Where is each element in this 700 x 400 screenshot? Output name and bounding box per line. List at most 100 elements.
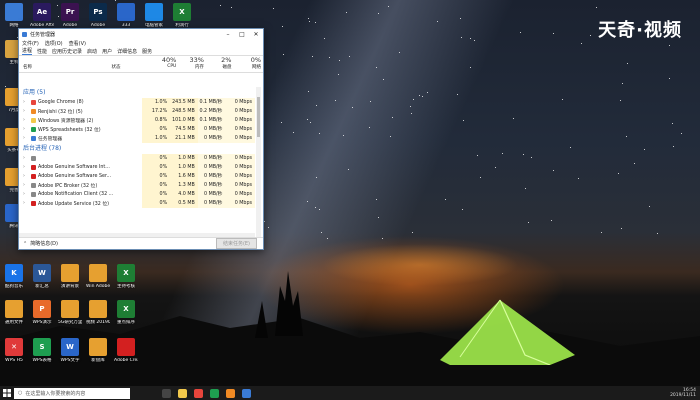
desktop-icon[interactable]: ✕ WPS H5 [2, 338, 26, 363]
task-view-icon[interactable] [162, 388, 171, 398]
system-clock[interactable]: 16:54 2019/11/11 [670, 388, 696, 398]
chevron-right-icon[interactable]: › [23, 165, 29, 170]
desktop-icon[interactable]: Ps Adobe [86, 3, 110, 28]
tab[interactable]: 用户 [102, 48, 112, 55]
desktop-icon[interactable]: 通用文件 [2, 300, 26, 325]
star [462, 208, 464, 210]
chevron-right-icon[interactable]: › [23, 192, 29, 197]
desktop-icon[interactable]: P WPS演示 [30, 300, 54, 325]
desktop-icon[interactable]: K 酷狗音乐 [2, 264, 26, 289]
tab[interactable]: 应用历史记录 [52, 48, 82, 55]
chevron-right-icon[interactable]: › [23, 136, 29, 141]
wps-sheet-icon[interactable] [210, 388, 219, 398]
chrome-icon[interactable] [194, 388, 203, 398]
process-group-header[interactable]: 应用 (5) [19, 87, 255, 98]
star [512, 118, 514, 120]
tab[interactable]: 启动 [87, 48, 97, 55]
process-row[interactable]: › 任务管理器 1.0% 21.1 MB 0 MB/秒 0 Mbps [19, 134, 255, 143]
desktop-icon[interactable]: 333 [114, 3, 138, 28]
adobe-icon [31, 192, 36, 197]
window-titlebar[interactable]: 任务管理器 – □ ✕ [19, 29, 263, 39]
taskmgr-icon[interactable] [242, 388, 251, 398]
process-name-cell: › Adobe Update Service (32 位) [19, 200, 142, 207]
app-icon[interactable] [226, 388, 235, 398]
star [473, 40, 475, 42]
chevron-right-icon[interactable]: › [23, 127, 29, 132]
end-task-button[interactable]: 结束任务(E) [215, 238, 257, 249]
taskbar-search-input[interactable]: ○ 在这里输入你要搜索的内容 [14, 387, 130, 399]
star [523, 153, 525, 155]
column-cpu[interactable]: 40% CPU [151, 56, 179, 72]
memory-value: 1.0 MB [170, 163, 198, 172]
desktop-icon[interactable]: 视频 2019091... [86, 300, 110, 325]
process-row[interactable]: › 0% 1.0 MB 0 MB/秒 0 Mbps [19, 154, 255, 163]
desktop-icon-label: 新盘库 [91, 358, 105, 363]
process-row[interactable]: › Adobe IPC Broker (32 位) 0% 1.3 MB 0 MB/秒 0 … [19, 181, 255, 190]
process-row[interactable]: › Adobe Notification Client (32 ... 0% 4.0 … [19, 190, 255, 199]
tab[interactable]: 性能 [37, 48, 47, 55]
menu-item[interactable]: 查看(V) [69, 40, 86, 47]
process-row[interactable]: › Windows 资源管理器 (2) 0.8% 101.0 MB 0.1 MB/秒 0 … [19, 116, 255, 125]
column-memory[interactable]: 33% 内存 [178, 56, 206, 72]
tab[interactable]: 详细信息 [117, 48, 137, 55]
task-manager-window[interactable]: 任务管理器 – □ ✕ 文件(F) 选项(O) 查看(V) 进程 性能 应用历史记录 启动… [18, 28, 264, 250]
chevron-right-icon[interactable]: › [23, 109, 29, 114]
menu-item[interactable]: 文件(F) [22, 40, 39, 47]
minimize-icon[interactable]: – [221, 31, 235, 38]
process-group-header[interactable]: 后台进程 (78) [19, 143, 255, 154]
column-header: 名称 状态 40% CPU 33% 内存 2% 磁盘 0% 网络 [19, 56, 263, 73]
explorer-icon[interactable] [178, 388, 187, 398]
disk-value: 0 MB/秒 [197, 172, 226, 181]
chevron-right-icon[interactable]: › [23, 100, 29, 105]
chevron-right-icon[interactable]: › [23, 174, 29, 179]
process-row[interactable]: › Renjishi (32 位) (5) 17.2% 248.5 MB 0.2 MB/… [19, 107, 255, 116]
column-status[interactable]: 状态 [111, 56, 150, 72]
column-network[interactable]: 0% 网络 [233, 56, 263, 72]
fewer-details-link[interactable]: 简略信息(D) [30, 240, 58, 247]
memory-value: 248.5 MB [170, 107, 198, 116]
desktop-icon[interactable]: W WPS文字 [58, 338, 82, 363]
desktop-icon[interactable]: 5G研究万里 万卷影... [58, 300, 82, 325]
desktop-icon[interactable]: W 新汇总 [30, 264, 54, 289]
chevron-right-icon[interactable]: › [23, 156, 29, 161]
memory-value: 74.5 MB [170, 125, 198, 134]
desktop-icon[interactable]: 新盘库 [86, 338, 110, 363]
desktop-icon[interactable]: Ae Adobe After [30, 3, 54, 28]
star [308, 18, 310, 20]
vertical-scrollbar[interactable] [256, 87, 261, 237]
chevron-right-icon[interactable]: › [23, 201, 29, 206]
star [668, 77, 670, 79]
desktop-icon[interactable]: X 利润行 [170, 3, 194, 28]
desktop-icon[interactable]: 电脑管家 [142, 3, 166, 28]
tab[interactable]: 服务 [142, 48, 152, 55]
desktop-icon[interactable]: S WPS表格 [30, 338, 54, 363]
star [590, 34, 592, 36]
process-name-cell: › Adobe Genuine Software Int... [19, 165, 142, 170]
chevron-right-icon[interactable]: › [23, 118, 29, 123]
desktop-icon[interactable]: 网络 [2, 3, 26, 28]
desktop-icon[interactable]: Pr Adobe [58, 3, 82, 28]
desktop-icon-label: 视频 2019091... [86, 320, 110, 325]
process-row[interactable]: › Adobe Genuine Software Ser... 0% 1.6 MB 0 … [19, 172, 255, 181]
desktop-icon[interactable]: X 主待考核 [114, 264, 138, 289]
star [343, 134, 345, 136]
process-list: 应用 (5) › Google Chrome (8) 1.0% 243.5 MB 0.1 … [19, 87, 255, 237]
close-icon[interactable]: ✕ [249, 31, 263, 38]
process-row[interactable]: › Google Chrome (8) 1.0% 243.5 MB 0.1 MB/秒 0 … [19, 98, 255, 107]
chevron-up-icon[interactable]: ⌃ [23, 241, 27, 247]
desktop-icon[interactable]: Win Adobe cc 2018 注... [86, 264, 110, 289]
tab[interactable]: 进程 [22, 47, 33, 55]
menu-item[interactable]: 选项(O) [45, 40, 63, 47]
chevron-right-icon[interactable]: › [23, 183, 29, 188]
desktop-icon[interactable]: 演讲背景 [58, 264, 82, 289]
doc-icon [5, 300, 23, 318]
process-row[interactable]: › WPS Spreadsheets (32 位) 0% 74.5 MB 0 MB/秒 0… [19, 125, 255, 134]
desktop-icon[interactable]: Adobe Creati... [114, 338, 138, 363]
process-row[interactable]: › Adobe Genuine Software Int... 0% 1.0 MB 0 … [19, 163, 255, 172]
maximize-icon[interactable]: □ [235, 31, 249, 38]
windows-start-icon[interactable] [0, 386, 14, 400]
column-disk[interactable]: 2% 磁盘 [206, 56, 234, 72]
desktop-icon[interactable]: X 重点排序 [114, 300, 138, 325]
process-row[interactable]: › Adobe Update Service (32 位) 0% 0.5 MB 0 MB… [19, 199, 255, 208]
column-name[interactable]: 名称 [19, 56, 111, 72]
